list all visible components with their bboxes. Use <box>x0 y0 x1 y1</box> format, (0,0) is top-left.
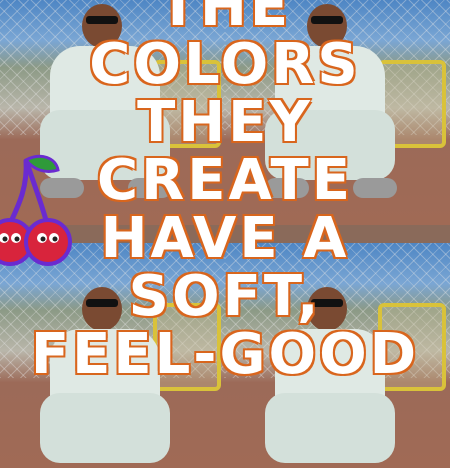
headline-line: COLORS <box>88 32 361 97</box>
headline: THE COLORS THEY CREATE HAVE A SOFT, FEEL… <box>0 0 450 387</box>
headline-line: SOFT, <box>128 264 322 329</box>
headline-line: THEY <box>136 90 313 155</box>
headline-line: THE <box>158 0 292 39</box>
headline-line: HAVE A <box>100 206 350 271</box>
headline-line: CREATE <box>96 148 353 213</box>
headline-line: FEEL-GOOD <box>30 322 420 387</box>
